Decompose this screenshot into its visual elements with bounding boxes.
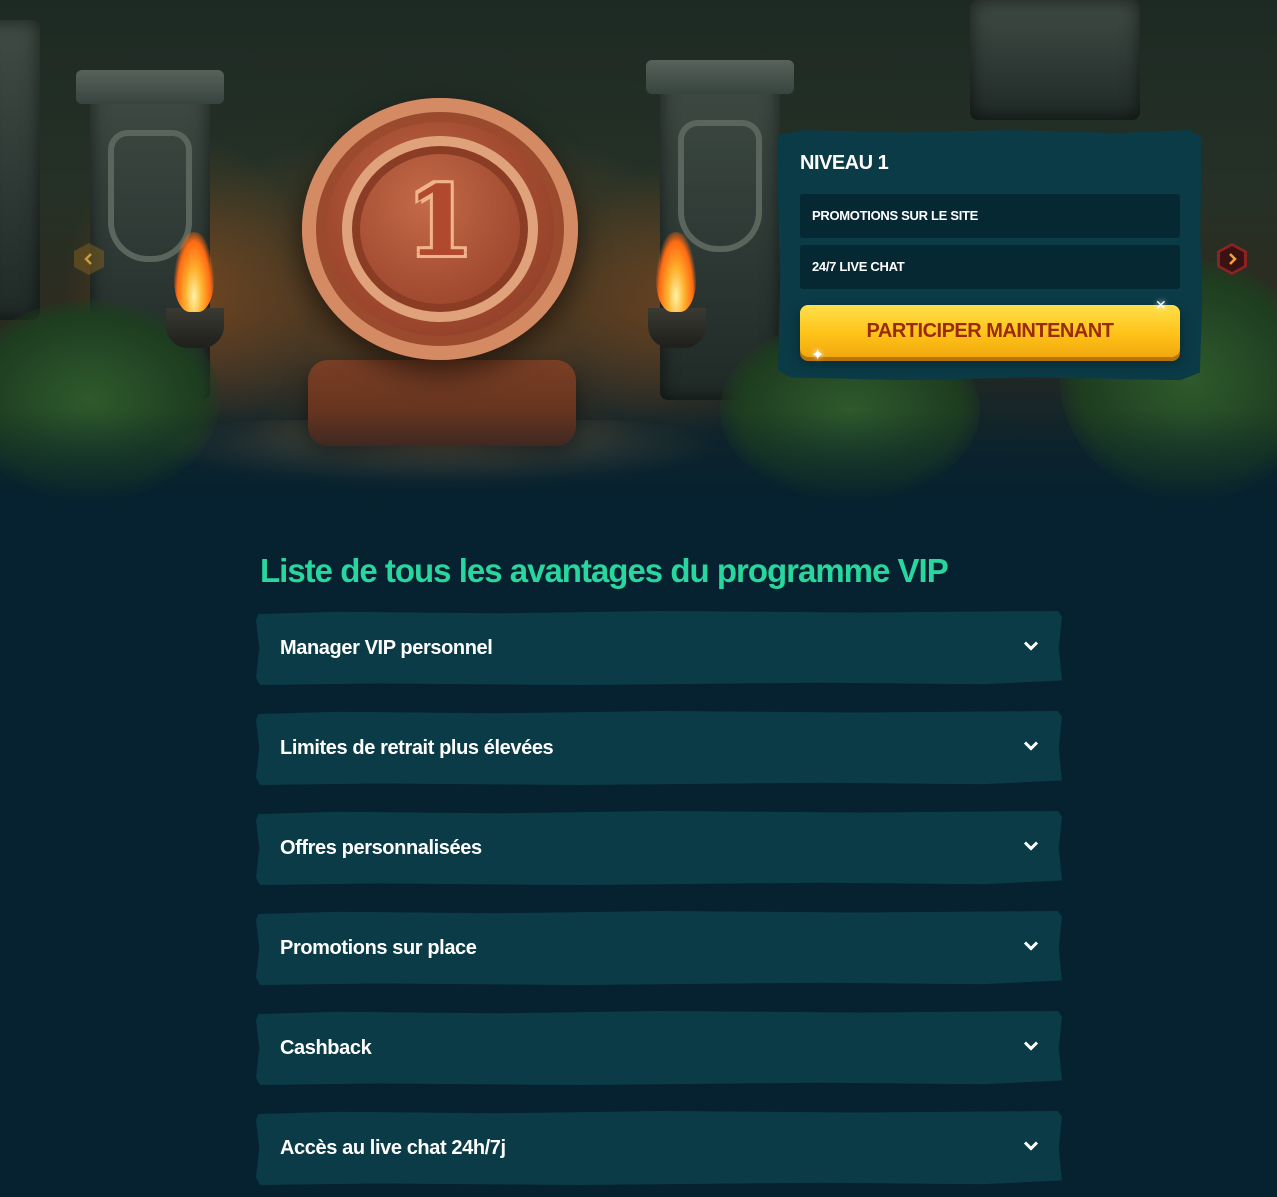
- benefit-accordion-cashback[interactable]: Cashback: [256, 1011, 1062, 1085]
- left-brazier: [166, 308, 224, 348]
- level-card: NIVEAU 1 PROMOTIONS SUR LE SITE 24/7 LIV…: [778, 130, 1202, 380]
- benefit-accordion-live-chat[interactable]: Accès au live chat 24h/7j: [256, 1111, 1062, 1185]
- level-perk-live-chat: 24/7 LIVE CHAT: [800, 245, 1180, 289]
- benefit-accordion-personal-offers[interactable]: Offres personnalisées: [256, 811, 1062, 885]
- sparkle-icon: ✕: [1155, 297, 1167, 313]
- chevron-down-icon: [1024, 1141, 1038, 1151]
- chevron-down-icon: [1024, 1041, 1038, 1051]
- benefit-label: Cashback: [280, 1037, 372, 1059]
- chevron-left-icon: [84, 253, 92, 265]
- benefit-accordion-withdrawal-limits[interactable]: Limites de retrait plus élevées: [256, 711, 1062, 785]
- chevron-down-icon: [1024, 741, 1038, 751]
- right-flame: [656, 232, 696, 312]
- far-left-pillar: [0, 20, 40, 320]
- benefit-label: Offres personnalisées: [280, 837, 482, 859]
- level-emblem-numeral: 1: [406, 165, 474, 278]
- benefit-accordion-vip-manager[interactable]: Manager VIP personnel: [256, 611, 1062, 685]
- benefits-section-title: Liste de tous les avantages du programme…: [260, 552, 949, 589]
- chevron-down-icon: [1024, 841, 1038, 851]
- level-emblem-coin: 1: [302, 98, 578, 360]
- sparkle-icon: ✦: [811, 347, 825, 364]
- level-title: NIVEAU 1: [800, 152, 889, 174]
- benefit-label: Accès au live chat 24h/7j: [280, 1137, 506, 1159]
- benefit-accordion-onsite-promotions[interactable]: Promotions sur place: [256, 911, 1062, 985]
- chevron-down-icon: [1024, 941, 1038, 951]
- level-perk-promotions: PROMOTIONS SUR LE SITE: [800, 194, 1180, 238]
- benefit-label: Limites de retrait plus élevées: [280, 737, 554, 759]
- right-brazier: [648, 308, 706, 348]
- chevron-right-icon: [1229, 253, 1237, 265]
- benefit-label: Manager VIP personnel: [280, 637, 493, 659]
- left-flame: [174, 232, 214, 312]
- hero-bottom-fade: [0, 410, 1277, 520]
- join-now-button[interactable]: PARTICIPER MAINTENANT: [800, 305, 1180, 357]
- chevron-down-icon: [1024, 641, 1038, 651]
- benefit-label: Promotions sur place: [280, 937, 477, 959]
- far-right-ruins: [970, 0, 1140, 120]
